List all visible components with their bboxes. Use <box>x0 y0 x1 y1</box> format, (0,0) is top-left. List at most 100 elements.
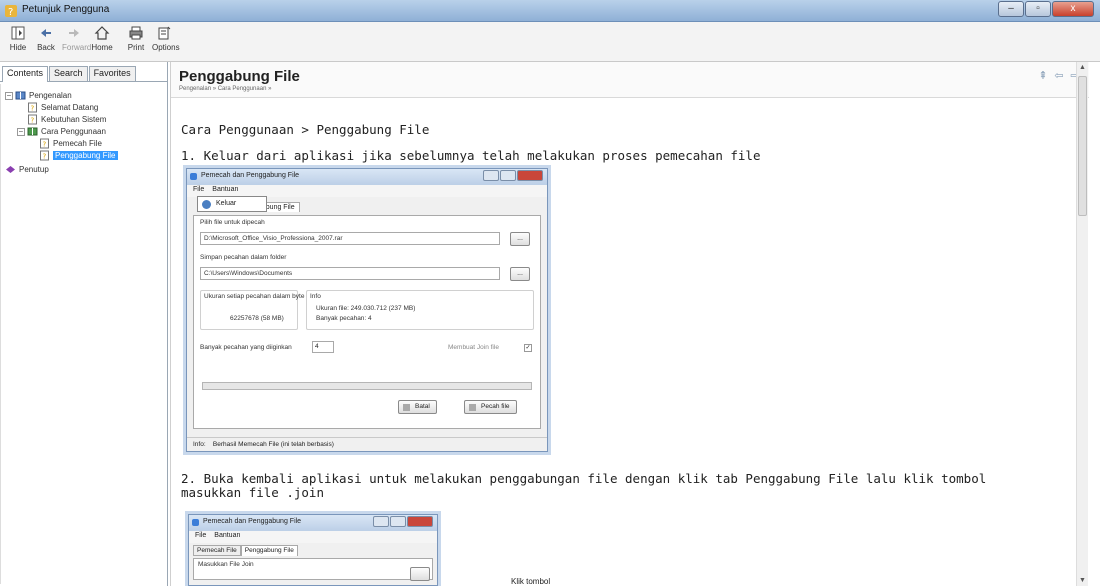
tree-node-pengenalan[interactable]: – Pengenalan <box>5 90 72 101</box>
page-title: Penggabung File <box>179 68 300 85</box>
options-label: Options <box>152 43 180 52</box>
step-2-line-1: 2. Buka kembali aplikasi untuk melakukan… <box>181 471 987 486</box>
dialog-titlebar: Pemecah dan Penggabung File <box>189 515 437 531</box>
forward-button[interactable]: Forward <box>62 22 92 61</box>
dialog-tabs: Pemecah File Penggabung File <box>189 543 437 558</box>
tree-label: Selamat Datang <box>41 103 99 112</box>
label-membuat-join: Membuat Join file <box>448 344 499 351</box>
step-2-line-2: masukkan file .join <box>181 485 324 500</box>
hide-label: Hide <box>9 43 27 52</box>
batal-label: Batal <box>415 403 430 410</box>
home-button[interactable]: Home <box>90 22 114 61</box>
label-info: Info <box>310 293 321 300</box>
klik-tombol-callout: Klik tombol <box>511 577 551 586</box>
dialog-body: Masukkan File Join <box>193 558 433 581</box>
window-controls: – ▫ x <box>997 1 1094 17</box>
tab-contents[interactable]: Contents <box>2 66 49 82</box>
options-icon <box>158 26 171 40</box>
scroll-thumb[interactable] <box>1078 76 1087 216</box>
close-button[interactable]: x <box>1052 1 1094 17</box>
minimize-button[interactable]: – <box>998 1 1024 17</box>
book-open-icon <box>27 127 38 136</box>
tree-label: Cara Penggunaan <box>41 127 106 136</box>
maximize-button[interactable]: ▫ <box>1025 1 1051 17</box>
progress-bar <box>202 382 532 390</box>
topic-nav-arrows: ⇞ ⇦ ⇨ <box>1033 70 1081 82</box>
info-size: Ukuran file: 249.030.712 (237 MB) <box>316 305 416 312</box>
toolbar: Hide Back Forward Home Print Options <box>0 22 1100 62</box>
collapse-toggle[interactable]: – <box>5 91 13 100</box>
dialog-window-controls <box>482 170 543 181</box>
browse-folder-button: ... <box>510 267 530 281</box>
label-ukuran: Ukuran setiap pecahan dalam byte <box>204 293 305 300</box>
screenshot-pemecah-dialog: Pemecah dan Penggabung File File Bantuan… <box>186 168 548 452</box>
tab-penggabung: Penggabung File <box>240 545 298 556</box>
file-menu-popup: Keluar <box>197 196 267 212</box>
forward-arrow-icon <box>69 29 79 37</box>
dialog-title: Pemecah dan Penggabung File <box>201 172 300 179</box>
tree-node-kebutuhan-sistem[interactable]: ? Kebutuhan Sistem <box>27 114 106 125</box>
batal-button: Batal <box>398 400 437 414</box>
tree-label: Penggabung File <box>53 151 118 160</box>
tree-node-penutup[interactable]: Penutup <box>5 164 49 175</box>
home-label: Home <box>91 43 113 52</box>
navigation-pane: Contents Search Favorites – Pengenalan ?… <box>0 62 168 586</box>
prev-topic-icon[interactable]: ⇦ <box>1053 70 1065 82</box>
breadcrumb[interactable]: Pengenalan » Cara Penggunaan » <box>179 86 271 92</box>
up-topic-icon[interactable]: ⇞ <box>1037 70 1049 82</box>
book-closed-icon <box>6 166 15 173</box>
hide-pane-icon <box>11 26 25 40</box>
tree-label: Pengenalan <box>29 91 72 100</box>
book-open-icon <box>15 91 26 100</box>
label-masukkan-join: Masukkan File Join <box>198 561 254 568</box>
tree-node-pemecah-file[interactable]: ? Pemecah File <box>39 138 102 149</box>
dialog-statusbar: Info: Berhasil Memecah File (ini telah b… <box>187 437 547 451</box>
back-button[interactable]: Back <box>34 22 58 61</box>
menu-bantuan: Bantuan <box>214 532 241 539</box>
membuat-join-checkbox: ✓ <box>524 344 532 352</box>
tree-label: Penutup <box>19 165 49 174</box>
scroll-down-icon[interactable]: ▼ <box>1077 575 1088 586</box>
tab-pemecah: Pemecah File <box>193 545 241 556</box>
dialog-body: Pilih file untuk dipecah D:\Microsoft_Of… <box>193 215 541 429</box>
svg-text:?: ? <box>31 117 35 125</box>
tree-node-selamat-datang[interactable]: ? Selamat Datang <box>27 102 98 113</box>
help-app-icon: ? <box>5 5 17 18</box>
label-banyak-pecahan: Banyak pecahan yang diiginkan <box>200 344 292 351</box>
pecah-file-button: Pecah file <box>464 400 517 414</box>
tree-label: Pemecah File <box>53 139 102 148</box>
vertical-scrollbar[interactable]: ▲ ▼ <box>1076 62 1088 586</box>
nav-tabs: Contents Search Favorites <box>0 62 167 82</box>
help-page-icon: ? <box>40 150 49 161</box>
app-icon <box>192 519 199 526</box>
dialog-titlebar: Pemecah dan Penggabung File <box>187 169 547 185</box>
options-button[interactable]: Options <box>152 22 180 61</box>
step-2-text: 2. Buka kembali aplikasi untuk melakukan… <box>181 472 986 500</box>
hide-button[interactable]: Hide <box>6 22 30 61</box>
menu-file: File <box>193 186 205 193</box>
topic-header: Penggabung File Pengenalan » Cara Penggu… <box>171 62 1089 98</box>
back-label: Back <box>37 43 55 52</box>
scroll-up-icon[interactable]: ▲ <box>1077 62 1088 73</box>
menu-file: File <box>195 532 207 539</box>
label-pilih-file: Pilih file untuk dipecah <box>200 219 265 226</box>
tab-favorites[interactable]: Favorites <box>88 66 136 81</box>
file-path-field: D:\Microsoft_Office_Visio_Professiona_20… <box>200 232 500 245</box>
content-pane: Penggabung File Pengenalan » Cara Penggu… <box>170 62 1089 586</box>
tree-node-cara-penggunaan[interactable]: – Cara Penggunaan <box>17 126 106 137</box>
tree-node-penggabung-file[interactable]: ? Penggabung File <box>39 150 118 161</box>
ukuran-value: 62257678 (58 MB) <box>230 315 284 322</box>
svg-text:?: ? <box>8 7 13 18</box>
browse-join-button <box>410 567 430 581</box>
window-title: Petunjuk Pengguna <box>22 4 110 15</box>
screenshot-penggabung-dialog: Pemecah dan Penggabung File File Bantuan… <box>188 514 438 586</box>
label-simpan-folder: Simpan pecahan dalam folder <box>200 254 287 261</box>
status-text: Berhasil Memecah File (ini telah berbasi… <box>212 441 334 448</box>
tab-search[interactable]: Search <box>49 66 88 81</box>
collapse-toggle[interactable]: – <box>17 127 25 136</box>
home-icon <box>94 26 110 40</box>
banyak-pecahan-stepper: 4 <box>312 341 334 353</box>
tree-label: Kebutuhan Sistem <box>41 115 107 124</box>
forward-label: Forward <box>62 43 92 52</box>
print-button[interactable]: Print <box>124 22 148 61</box>
